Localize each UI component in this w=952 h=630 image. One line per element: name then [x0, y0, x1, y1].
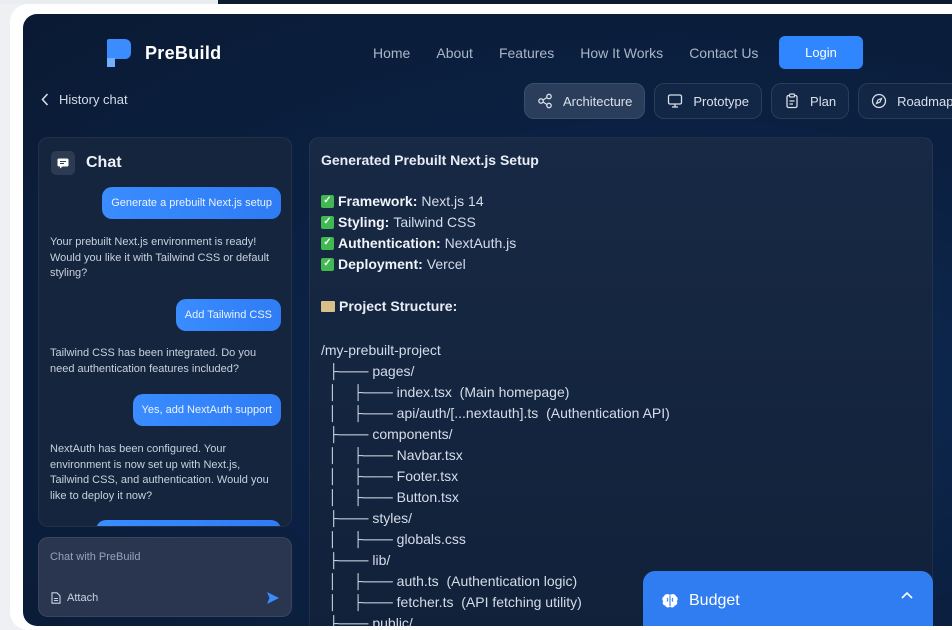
tab-plan-label: Plan: [810, 93, 837, 109]
feature-key: Deployment:: [338, 256, 423, 272]
history-chat-link[interactable]: History chat: [41, 92, 128, 107]
project-structure-label: Project Structure:: [339, 298, 458, 314]
tab-prototype[interactable]: Prototype: [654, 83, 763, 119]
chat-message-bot: NextAuth has been configured. Your envir…: [50, 443, 269, 502]
chat-message-user: Generate a prebuilt Next.js setup: [102, 187, 281, 219]
feature-key: Styling:: [338, 214, 390, 230]
chat-input-placeholder: Chat with PreBuild: [50, 551, 141, 563]
feature-value: Next.js 14: [421, 193, 484, 209]
nav-home[interactable]: Home: [373, 45, 410, 61]
feature-value: NextAuth.js: [444, 235, 517, 251]
tab-roadmap-label: Roadmap: [897, 93, 952, 109]
feature-key: Framework:: [338, 193, 418, 209]
output-title: Generated Prebuilt Next.js Setup: [321, 152, 539, 168]
nav-how-it-works[interactable]: How It Works: [580, 45, 663, 61]
project-structure-heading: Project Structure:: [321, 298, 457, 314]
attach-button[interactable]: Attach: [51, 592, 98, 604]
main-nav: Home About Features How It Works Contact…: [373, 45, 758, 61]
tree-line: │ ├─── Footer.tsx: [321, 468, 459, 484]
chevron-left-icon: [41, 93, 49, 106]
tab-prototype-label: Prototype: [693, 93, 750, 109]
monitor-icon: [668, 94, 683, 108]
tab-roadmap[interactable]: Roadmap: [858, 83, 952, 119]
login-button[interactable]: Login: [779, 36, 863, 69]
nav-about[interactable]: About: [436, 45, 473, 61]
feature-key: Authentication:: [338, 235, 441, 251]
chat-input-box[interactable]: Chat with PreBuild Attach: [38, 537, 292, 617]
share-nodes-icon: [538, 93, 552, 109]
tree-line: ├─── pages/: [321, 363, 415, 379]
logo-icon: [107, 39, 133, 67]
budget-panel-toggle[interactable]: Budget: [643, 571, 933, 626]
feature-row: ✓ Authentication: NextAuth.js: [321, 235, 516, 251]
chat-panel: Chat Generate a prebuilt Next.js setup Y…: [38, 137, 292, 527]
checkmark-icon: ✓: [321, 236, 334, 250]
tree-line: /my-prebuilt-project: [321, 342, 441, 358]
project-tree: /my-prebuilt-project ├─── pages/ │ ├─── …: [321, 340, 670, 626]
checkmark-icon: ✓: [321, 215, 334, 229]
chevron-up-icon: [901, 591, 913, 599]
compass-icon: [871, 93, 887, 109]
checkmark-icon: ✓: [321, 194, 334, 208]
brand-logo[interactable]: PreBuild: [107, 39, 221, 67]
chat-message-user: Yes, add NextAuth support: [132, 394, 281, 426]
budget-label: Budget: [689, 592, 740, 609]
tree-line: │ ├─── Button.tsx: [321, 489, 459, 505]
chat-message-user: Add Tailwind CSS: [175, 299, 281, 331]
view-tabs: Architecture Prototype Plan Roadmap: [524, 83, 952, 119]
chat-message-bot: Tailwind CSS has been integrated. Do you…: [50, 347, 257, 375]
checkmark-icon: ✓: [321, 257, 334, 271]
tab-architecture-label: Architecture: [563, 93, 633, 109]
nav-features[interactable]: Features: [499, 45, 554, 61]
nav-contact-us[interactable]: Contact Us: [689, 45, 758, 61]
brain-icon: [662, 594, 678, 608]
tree-line: │ ├─── Navbar.tsx: [321, 447, 463, 463]
clipboard-icon: [786, 93, 798, 109]
chat-bubble-icon: [51, 151, 75, 175]
tree-line: ├─── public/: [321, 615, 413, 626]
chat-message-user-partial: [96, 520, 281, 526]
tab-plan[interactable]: Plan: [771, 83, 850, 119]
file-icon: [51, 592, 61, 604]
feature-value: Vercel: [426, 256, 466, 272]
feature-value: Tailwind CSS: [393, 214, 476, 230]
history-chat-label: History chat: [59, 92, 128, 107]
feature-row: ✓ Styling: Tailwind CSS: [321, 214, 476, 230]
chat-header: Chat: [51, 151, 122, 175]
tree-line: │ ├─── auth.ts (Authentication logic): [321, 573, 578, 589]
tree-line: ├─── components/: [321, 426, 453, 442]
send-icon[interactable]: [266, 591, 280, 605]
feature-row: ✓ Framework: Next.js 14: [321, 193, 484, 209]
feature-row: ✓ Deployment: Vercel: [321, 256, 466, 272]
tab-architecture[interactable]: Architecture: [524, 83, 646, 119]
app-window: PreBuild Home About Features How It Work…: [23, 14, 952, 626]
tree-line: │ ├─── globals.css: [321, 531, 466, 547]
attach-label: Attach: [67, 592, 99, 604]
chat-title: Chat: [86, 154, 122, 171]
brand-name: PreBuild: [145, 42, 222, 63]
tree-line: │ ├─── fetcher.ts (API fetching utility): [321, 594, 582, 610]
tree-line: ├─── styles/: [321, 510, 413, 526]
tree-line: ├─── lib/: [321, 552, 391, 568]
folder-icon: [321, 300, 335, 312]
chat-message-bot: Your prebuilt Next.js environment is rea…: [50, 236, 270, 279]
tree-line: │ ├─── index.tsx (Main homepage): [321, 384, 570, 400]
architecture-output-panel: Generated Prebuilt Next.js Setup ✓ Frame…: [309, 137, 933, 626]
tree-line: │ ├─── api/auth/[...nextauth].ts (Authen…: [321, 405, 670, 421]
